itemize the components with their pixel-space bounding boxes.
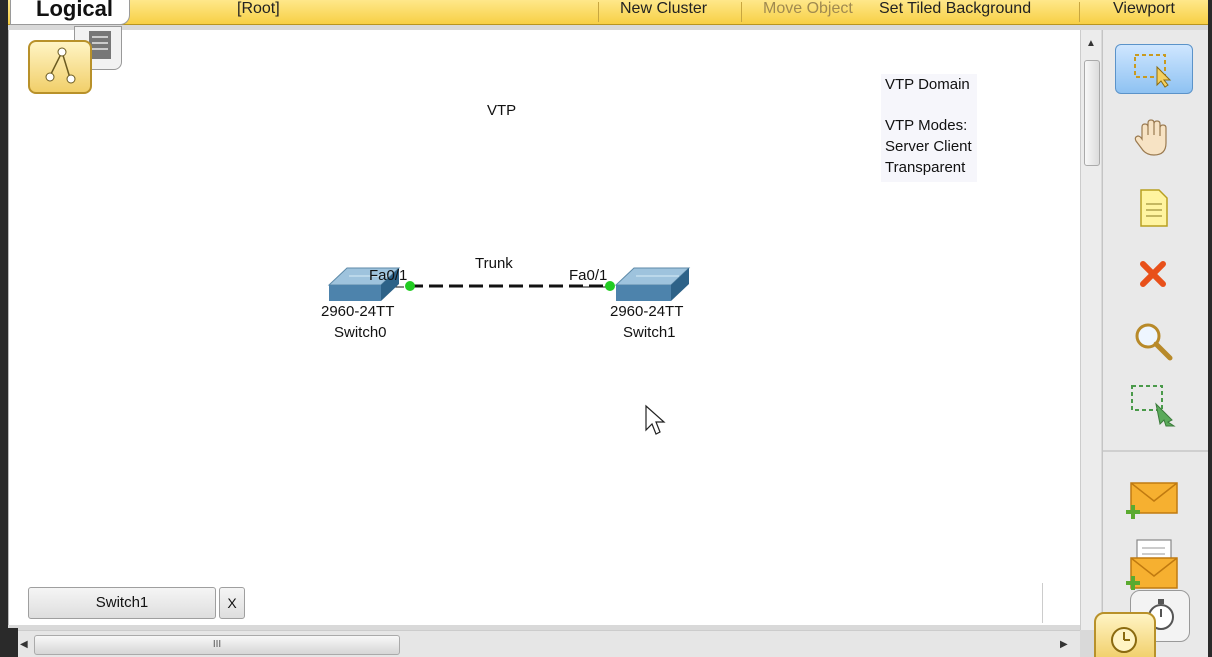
hand-icon — [1134, 119, 1167, 156]
delete-tool[interactable] — [1115, 250, 1191, 298]
mouse-cursor-icon — [645, 404, 666, 435]
logical-title: Logical — [36, 0, 114, 21]
add-complex-pdu-icon — [1126, 539, 1178, 590]
resize-icon — [1131, 385, 1176, 427]
set-tiled-background-button[interactable]: Set Tiled Background — [879, 0, 1031, 24]
resize-shape-tool[interactable] — [1115, 380, 1191, 428]
horizontal-scrollbar[interactable]: ◀ III ▶ — [8, 630, 1080, 657]
close-device-button[interactable]: X — [219, 587, 245, 619]
root-breadcrumb[interactable]: [Root] — [237, 0, 280, 24]
viewport-button[interactable]: Viewport — [1113, 0, 1175, 24]
switch1-port-label: Fa0/1 — [569, 267, 608, 284]
divider — [1042, 583, 1043, 623]
place-note-tool[interactable] — [1115, 184, 1191, 232]
switch1-model-label: 2960-24TT — [610, 303, 684, 320]
switch1-name-label[interactable]: Switch1 — [623, 324, 676, 341]
top-menu-bar: [Root] New Cluster Move Object Set Tiled… — [8, 0, 1208, 25]
select-icon — [1134, 54, 1172, 88]
realtime-mode-tab[interactable] — [1094, 612, 1156, 657]
topology-icon — [45, 47, 76, 84]
scroll-left-icon[interactable]: ◀ — [20, 639, 28, 650]
move-object-button[interactable]: Move Object — [763, 0, 853, 24]
scroll-right-icon[interactable]: ▶ — [1060, 639, 1068, 650]
switch0-model-label: 2960-24TT — [321, 303, 395, 320]
vertical-scrollbar[interactable]: ▲ — [1080, 30, 1101, 630]
clock-icon — [1111, 627, 1137, 653]
horizontal-scroll-thumb[interactable]: III — [34, 635, 400, 655]
app-window: [Root] New Cluster Move Object Set Tiled… — [8, 0, 1208, 657]
add-pdu-icon — [1126, 482, 1178, 519]
switch1-icon[interactable] — [614, 267, 691, 301]
inspect-tool[interactable] — [1115, 316, 1191, 364]
vertical-scroll-thumb[interactable] — [1084, 60, 1100, 166]
add-complex-pdu-tool[interactable] — [1115, 539, 1191, 590]
add-simple-pdu-tool[interactable] — [1115, 476, 1191, 524]
menu-separator — [598, 2, 599, 22]
inspect-icon — [1135, 323, 1173, 361]
logical-workspace[interactable]: VTP VTP Domain VTP Modes: Server Client … — [8, 30, 1081, 625]
inspect-move-tool[interactable] — [1115, 114, 1191, 162]
switch0-name-label[interactable]: Switch0 — [334, 324, 387, 341]
new-cluster-button[interactable]: New Cluster — [620, 0, 707, 24]
menu-separator — [741, 2, 742, 22]
switch0-port-label: Fa0/1 — [369, 267, 408, 284]
logical-view-button[interactable] — [28, 40, 92, 94]
switch1-device-button[interactable]: Switch1 — [28, 587, 216, 619]
topology-canvas — [327, 267, 691, 435]
select-tool[interactable] — [1115, 44, 1193, 94]
note-icon — [1140, 189, 1168, 227]
link-label-trunk[interactable]: Trunk — [475, 255, 513, 272]
tools-divider — [1103, 450, 1208, 452]
scroll-up-icon[interactable]: ▲ — [1086, 38, 1096, 49]
common-tools-bar — [1102, 30, 1208, 657]
delete-icon — [1140, 261, 1166, 287]
frame-edge — [8, 628, 18, 657]
menu-separator — [1079, 2, 1080, 22]
